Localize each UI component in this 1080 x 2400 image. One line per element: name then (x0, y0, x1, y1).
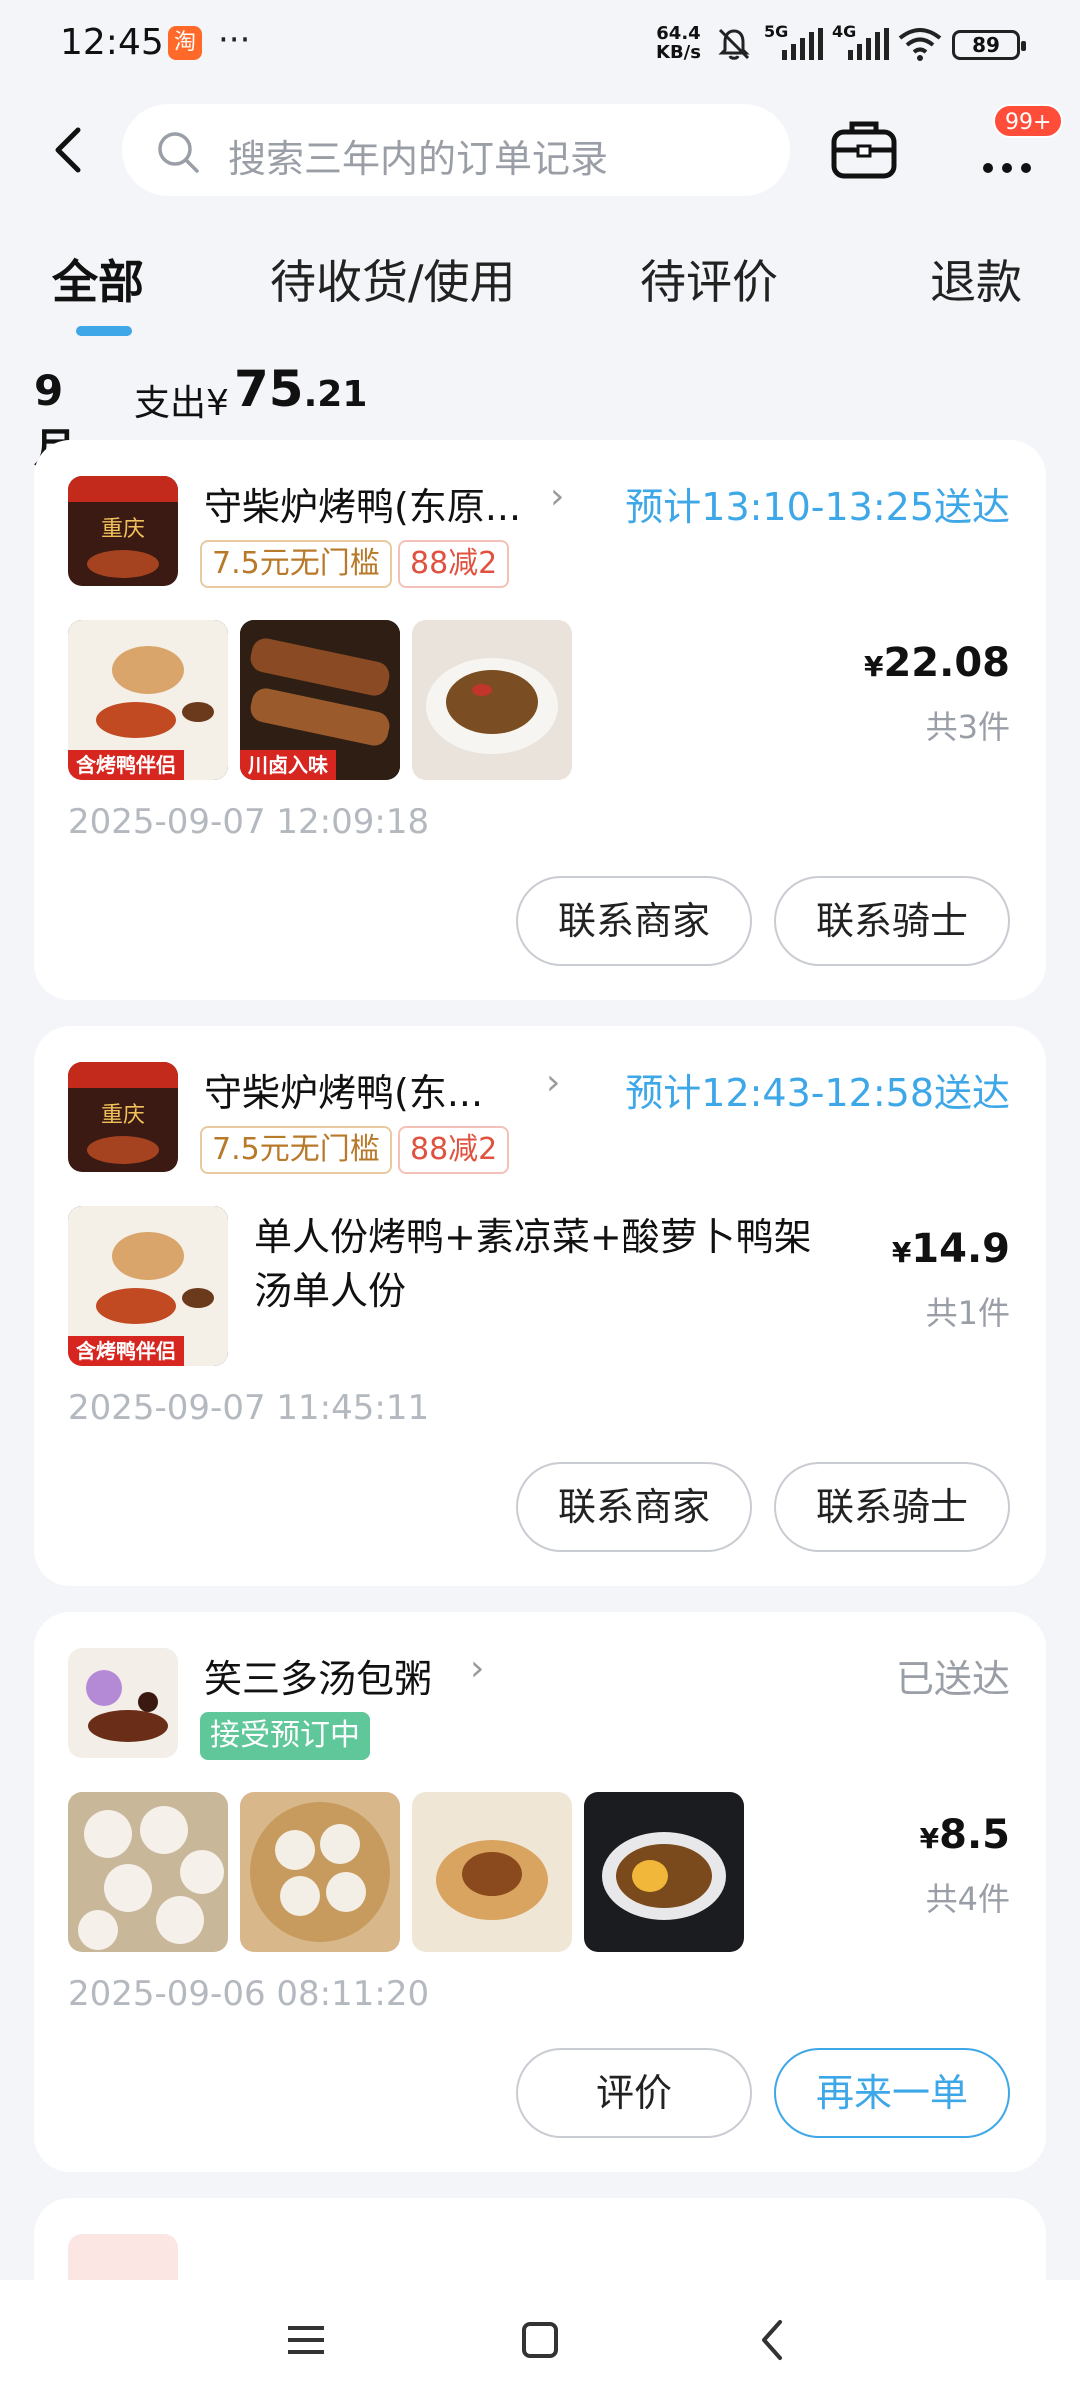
search-input[interactable]: 搜索三年内的订单记录 (122, 104, 790, 196)
product-thumb[interactable]: 含烤鸭伴侣 (68, 1206, 228, 1366)
product-thumb[interactable] (412, 620, 572, 780)
yen-sign: ¥ (891, 1236, 912, 1269)
price-value: 8.5 (939, 1812, 1010, 1858)
dnd-bell-icon (718, 28, 750, 60)
net-speed-unit: KB/s (656, 42, 701, 63)
top-bar: 搜索三年内的订单记录 (0, 100, 1080, 200)
signal-icon (782, 28, 823, 60)
product-thumb[interactable] (68, 1792, 228, 1952)
yen-sign: ¥ (919, 1822, 940, 1855)
taobao-notification-icon: 淘 (168, 26, 202, 60)
home-icon[interactable] (510, 2310, 570, 2370)
thumb-caption: 川卤入味 (240, 750, 336, 780)
product-thumb[interactable] (584, 1792, 744, 1952)
price-value: 22.08 (883, 640, 1010, 686)
system-nav-bar (0, 2280, 1080, 2400)
tag-row: 接受预订中 (200, 1712, 600, 1760)
item-description[interactable]: 单人份烤鸭+素凉菜+酸萝卜鸭架汤单人份 (254, 1210, 834, 1318)
item-count: 共4件 (925, 1880, 1010, 1918)
item-count: 共1件 (925, 1294, 1010, 1332)
reorder-button[interactable]: 再来一单 (774, 2048, 1010, 2138)
shop-logo[interactable] (68, 1648, 178, 1758)
product-thumb[interactable] (412, 1792, 572, 1952)
wifi-icon (898, 28, 942, 61)
order-price: ¥8.5 (920, 1812, 1010, 1858)
item-count: 共3件 (925, 708, 1010, 746)
contact-merchant-button[interactable]: 联系商家 (516, 1462, 752, 1552)
order-time: 2025-09-07 11:45:11 (68, 1388, 430, 1428)
search-placeholder: 搜索三年内的订单记录 (228, 137, 609, 181)
tab-refund[interactable]: 退款 (930, 246, 1022, 312)
chevron-right-icon: › (550, 476, 565, 517)
nav-back-icon[interactable] (744, 2310, 804, 2370)
tab-to-review[interactable]: 待评价 (640, 246, 778, 312)
spend-amount-dec: .21 (303, 374, 368, 415)
back-icon[interactable] (40, 120, 100, 180)
delivery-status: 已送达 (895, 1657, 1010, 1701)
svg-text:重庆: 重庆 (101, 1103, 145, 1128)
discount-tag: 88减2 (398, 540, 510, 588)
message-count-badge: 99+ (993, 104, 1064, 138)
contact-rider-button[interactable]: 联系骑士 (774, 1462, 1010, 1552)
tag-row: 7.5元无门槛 88减2 (200, 1126, 600, 1174)
contact-rider-button[interactable]: 联系骑士 (774, 876, 1010, 966)
order-tabs: 全部 待收货/使用 待评价 退款 (0, 238, 1080, 338)
signal-icon-2 (848, 28, 889, 60)
thumb-caption: 含烤鸭伴侣 (68, 1336, 184, 1366)
shop-logo[interactable]: 重庆 (68, 1062, 178, 1172)
coupon-tag: 7.5元无门槛 (200, 1126, 392, 1174)
shop-name[interactable]: 守柴炉烤鸭(东... (204, 1062, 483, 1117)
spend-label: 支出¥ (134, 383, 229, 424)
order-time: 2025-09-07 12:09:18 (68, 802, 430, 842)
flower-roll-photo (412, 1792, 572, 1952)
product-thumb[interactable] (240, 1792, 400, 1952)
tab-all[interactable]: 全部 (52, 246, 144, 312)
status-bar: 12:45 淘 ··· 64.4 KB/s 5G 4G 89 (0, 0, 1080, 92)
spend-amount-int: 75 (234, 360, 304, 418)
yen-sign: ¥ (863, 650, 884, 683)
order-price: ¥14.9 (892, 1226, 1010, 1272)
thumb-caption: 含烤鸭伴侣 (68, 750, 184, 780)
steamed-buns-photo (68, 1792, 228, 1952)
roast-duck-logo-icon: 重庆 (68, 476, 178, 586)
tag-row: 7.5元无门槛 88减2 (200, 540, 600, 588)
product-thumb[interactable]: 川卤入味 (240, 620, 400, 780)
tab-to-receive[interactable]: 待收货/使用 (270, 246, 516, 312)
coupon-tag: 7.5元无门槛 (200, 540, 392, 588)
shop-name[interactable]: 笑三多汤包粥 (204, 1648, 432, 1703)
shredded-vegetable-photo (412, 620, 572, 780)
battery-icon: 89 (952, 30, 1026, 60)
spend-amount: 75.21 (234, 360, 367, 418)
status-time: 12:45 (60, 22, 164, 63)
order-card[interactable]: 重庆 守柴炉烤鸭(东... › 预计12:43-12:58送达 7.5元无门槛 … (34, 1026, 1046, 1586)
review-button[interactable]: 评价 (516, 2048, 752, 2138)
more-notifications-icon: ··· (218, 20, 251, 60)
briefcase-icon[interactable] (830, 118, 898, 182)
chevron-right-icon: › (470, 1648, 485, 1689)
tab-indicator (76, 326, 132, 336)
delivery-eta: 预计12:43-12:58送达 (625, 1071, 1010, 1115)
svg-text:重庆: 重庆 (101, 517, 145, 542)
soup-dumplings-photo (240, 1792, 400, 1952)
shop-name[interactable]: 守柴炉烤鸭(东原... (204, 476, 521, 531)
order-card[interactable]: 重庆 守柴炉烤鸭(东原... › 预计13:10-13:25送达 7.5元无门槛… (34, 440, 1046, 1000)
discount-tag: 88减2 (398, 1126, 510, 1174)
porridge-shop-logo-icon (68, 1648, 178, 1758)
net-speed-value: 64.4 (656, 23, 701, 44)
reservation-tag: 接受预订中 (200, 1712, 370, 1760)
delivery-eta: 预计13:10-13:25送达 (625, 485, 1010, 529)
order-card[interactable]: 笑三多汤包粥 › 已送达 接受预订中 ¥8.5 共4件 2025-09-06 0… (34, 1612, 1046, 2172)
marinated-egg-photo (584, 1792, 744, 1952)
order-time: 2025-09-06 08:11:20 (68, 1974, 430, 2014)
shop-logo[interactable]: 重庆 (68, 476, 178, 586)
contact-merchant-button[interactable]: 联系商家 (516, 876, 752, 966)
price-value: 14.9 (911, 1226, 1010, 1272)
menu-icon[interactable] (276, 2310, 336, 2370)
roast-duck-logo-icon: 重庆 (68, 1062, 178, 1172)
net-speed: 64.4 KB/s (656, 24, 701, 62)
chevron-right-icon: › (546, 1062, 561, 1103)
order-price: ¥22.08 (864, 640, 1010, 686)
search-icon (158, 132, 199, 173)
product-thumb[interactable]: 含烤鸭伴侣 (68, 620, 228, 780)
